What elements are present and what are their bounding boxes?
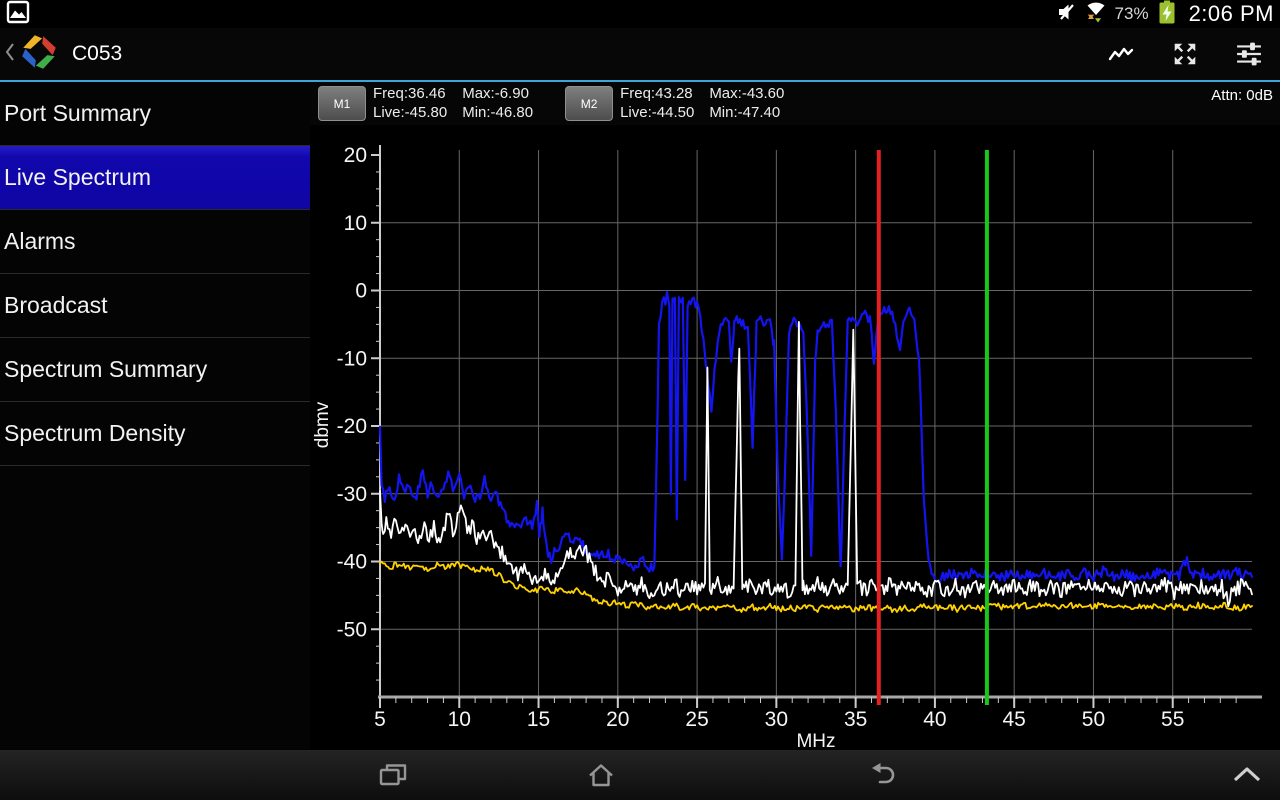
m1-live: Live:-45.80 <box>373 104 447 122</box>
sidebar-item-spectrum-density[interactable]: Spectrum Density <box>0 402 310 466</box>
waveform-icon[interactable] <box>1100 33 1142 75</box>
sidebar-item-port-summary[interactable]: Port Summary <box>0 82 310 146</box>
m2-max: Max:-43.60 <box>709 85 784 103</box>
svg-text:25: 25 <box>685 708 708 731</box>
svg-text:20: 20 <box>606 708 629 731</box>
sidebar-item-spectrum-summary[interactable]: Spectrum Summary <box>0 338 310 402</box>
svg-text:50: 50 <box>1082 708 1105 731</box>
m1-min: Min:-46.80 <box>462 104 533 122</box>
svg-text:55: 55 <box>1161 708 1184 731</box>
marker-m1-button[interactable]: M1 <box>318 86 366 121</box>
marker-m2-group: M2 Freq:43.28 Max:-43.60 Live:-44.50 Min… <box>565 85 784 122</box>
m2-min: Min:-47.40 <box>709 104 784 122</box>
sidebar-item-live-spectrum[interactable]: Live Spectrum <box>0 146 310 210</box>
back-icon[interactable] <box>867 762 897 791</box>
m2-freq: Freq:43.28 <box>620 85 694 103</box>
sidebar: Port Summary Live Spectrum Alarms Broadc… <box>0 82 310 750</box>
y-axis-label: dbmv <box>312 401 333 448</box>
gallery-icon <box>6 0 30 29</box>
expand-icon[interactable] <box>1164 33 1206 75</box>
marker-m1-group: M1 Freq:36.46 Max:-6.90 Live:-45.80 Min:… <box>318 85 533 122</box>
back-chevron-icon[interactable] <box>4 40 16 69</box>
spectrum-chart[interactable]: 5 10 15 20 25 30 35 40 45 50 55 20 10 0 -10 -20 -30 -40 -5… <box>310 125 1280 750</box>
clock: 2:06 PM <box>1189 1 1274 27</box>
status-bar: 73% 2:06 PM <box>0 0 1280 28</box>
m1-max: Max:-6.90 <box>462 85 533 103</box>
wifi-icon <box>1084 0 1108 28</box>
navigation-bar <box>0 750 1280 800</box>
tune-icon[interactable] <box>1228 33 1270 75</box>
app-bar: C053 <box>0 28 1280 82</box>
svg-text:-30: -30 <box>337 483 367 506</box>
svg-text:30: 30 <box>765 708 788 731</box>
trace-max-hold <box>380 292 1252 583</box>
recents-icon[interactable] <box>377 762 409 793</box>
marker-bar: M1 Freq:36.46 Max:-6.90 Live:-45.80 Min:… <box>310 82 1280 125</box>
chevron-up-icon[interactable] <box>1232 766 1262 787</box>
svg-text:-10: -10 <box>337 347 367 370</box>
svg-text:15: 15 <box>527 708 550 731</box>
svg-text:10: 10 <box>344 212 367 235</box>
sidebar-item-alarms[interactable]: Alarms <box>0 210 310 274</box>
svg-text:20: 20 <box>344 144 367 167</box>
svg-text:35: 35 <box>844 708 867 731</box>
svg-text:-40: -40 <box>337 551 367 574</box>
mute-icon <box>1057 2 1077 27</box>
svg-text:5: 5 <box>374 708 386 731</box>
svg-text:0: 0 <box>355 280 367 303</box>
page-title: C053 <box>72 42 122 66</box>
attenuation-label: Attn: 0dB <box>1211 87 1273 104</box>
svg-text:10: 10 <box>448 708 471 731</box>
x-axis-label: MHz <box>796 731 835 750</box>
battery-charging-icon <box>1156 0 1178 30</box>
home-icon[interactable] <box>585 762 617 793</box>
battery-percent: 73% <box>1115 4 1149 24</box>
svg-text:40: 40 <box>923 708 946 731</box>
spectrum-plot[interactable]: 5 10 15 20 25 30 35 40 45 50 55 20 10 0 -10 -20 -30 -40 -5… <box>310 125 1280 750</box>
sidebar-item-broadcast[interactable]: Broadcast <box>0 274 310 338</box>
marker-m2-button[interactable]: M2 <box>565 86 613 121</box>
m2-live: Live:-44.50 <box>620 104 694 122</box>
svg-text:45: 45 <box>1003 708 1026 731</box>
svg-text:-20: -20 <box>337 415 367 438</box>
svg-text:-50: -50 <box>337 618 367 641</box>
app-logo[interactable] <box>18 31 60 78</box>
m1-freq: Freq:36.46 <box>373 85 447 103</box>
